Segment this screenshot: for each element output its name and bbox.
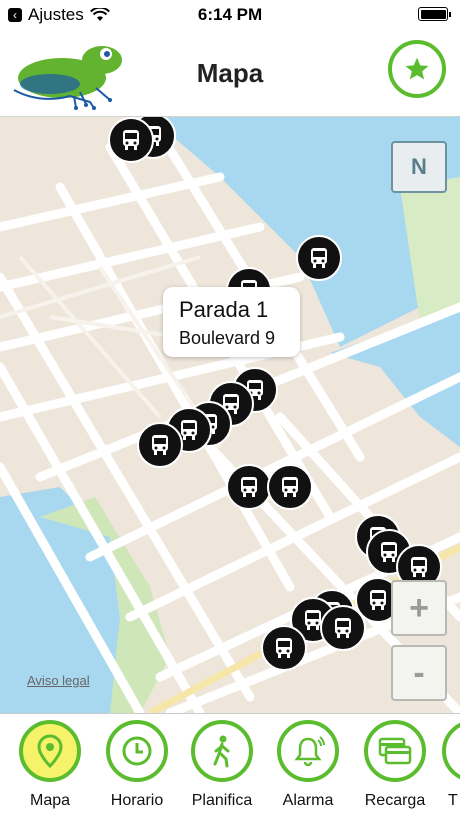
compass-north-button[interactable]: N <box>391 141 447 193</box>
bell-icon <box>294 736 325 767</box>
stop-callout[interactable]: Parada 1 Boulevard 9 <box>163 287 300 357</box>
tab-label: Horario <box>110 792 164 809</box>
bus-stop-marker[interactable] <box>108 117 154 163</box>
bus-stop-marker[interactable] <box>267 464 313 510</box>
bus-icon <box>370 590 386 610</box>
tab-planifica[interactable]: Planifica <box>182 720 262 816</box>
bus-icon <box>276 638 292 658</box>
bus-icon <box>411 557 427 577</box>
walking-person-icon <box>213 735 230 768</box>
legal-notice-link[interactable]: Aviso legal <box>27 673 90 688</box>
cards-icon <box>378 737 412 765</box>
clock-time: 6:14 PM <box>197 5 263 24</box>
tab-more[interactable]: T <box>442 720 460 816</box>
tab-label: Recarga <box>364 792 426 809</box>
tab-bar: Mapa Horario Planifica Alarma Recarga T <box>0 713 460 819</box>
bus-stop-marker[interactable] <box>296 235 342 281</box>
bus-icon <box>241 477 257 497</box>
nav-bar: Mapa <box>0 30 460 117</box>
zoom-in-button[interactable]: + <box>391 580 447 636</box>
favorites-button[interactable] <box>388 40 446 98</box>
map-pin-icon <box>37 734 63 768</box>
zoom-out-button[interactable]: - <box>391 645 447 701</box>
bus-icon <box>335 618 351 638</box>
tab-alarma[interactable]: Alarma <box>268 720 348 816</box>
bus-stop-marker[interactable] <box>137 422 183 468</box>
callout-subtitle: Boulevard 9 <box>179 328 276 348</box>
map-view[interactable]: Parada 1 Boulevard 9 N + - Aviso legal <box>0 117 460 713</box>
bus-icon <box>123 130 139 150</box>
star-icon <box>405 57 429 80</box>
tab-recarga[interactable]: Recarga <box>355 720 435 816</box>
bus-icon <box>152 435 168 455</box>
status-bar: ‹ Ajustes 6:14 PM <box>0 0 460 30</box>
bus-icon <box>311 248 327 268</box>
tab-label: Planifica <box>191 792 253 809</box>
callout-title: Parada 1 <box>179 297 269 322</box>
tab-label: T <box>448 792 458 809</box>
bus-stop-marker[interactable] <box>320 605 366 651</box>
bus-stop-marker[interactable] <box>226 464 272 510</box>
tab-mapa[interactable]: Mapa <box>10 720 90 816</box>
tab-horario[interactable]: Horario <box>97 720 177 816</box>
battery-icon <box>418 7 451 21</box>
bus-icon <box>282 477 298 497</box>
tab-label: Alarma <box>282 792 334 809</box>
clock-icon <box>122 736 152 766</box>
tab-label: Mapa <box>29 792 71 809</box>
bus-stop-marker[interactable] <box>261 625 307 671</box>
